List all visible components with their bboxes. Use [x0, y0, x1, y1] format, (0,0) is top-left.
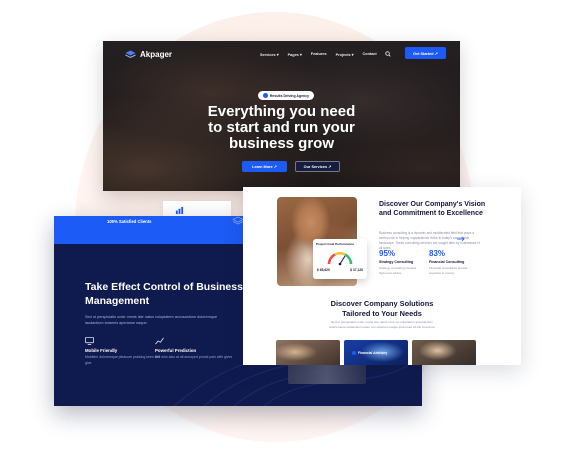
learn-more-button[interactable]: Learn More ↗	[242, 161, 287, 172]
performance-title: Project Goal Performance	[316, 242, 354, 246]
solution-card[interactable]	[276, 340, 340, 365]
feature-title: Mobile Friendly	[85, 348, 118, 353]
stat-description: Financial consultants provide expertise …	[429, 266, 468, 275]
solution-icon	[352, 351, 356, 356]
feature-mobile-friendly: Mobile Friendly Mobilem doloremque pleas…	[85, 337, 165, 366]
solutions-title: Discover Company Solutions Tailored to Y…	[330, 299, 434, 318]
stat-value: 95%	[379, 249, 396, 258]
hero-navbar: Akpager Services ▾ Pages ▾ Features Proj…	[103, 41, 460, 67]
solutions-description: Sed ut perspiciatis unde omnis iste natu…	[329, 320, 435, 329]
solution-card[interactable]	[412, 340, 476, 365]
hero-buttons: Learn More ↗ Our Services ↗	[242, 161, 340, 172]
about-title: Discover Our Company's Vision and Commit…	[379, 201, 486, 217]
search-icon[interactable]	[385, 51, 391, 57]
solution-card-financial-advisory[interactable]: Financial Advisory	[344, 340, 408, 365]
stat-value: 83%	[429, 249, 446, 258]
our-services-button[interactable]: Our Services ↗	[295, 161, 340, 172]
nav-item-contact[interactable]: Contact	[363, 52, 377, 57]
feature-title: Powerful Prediction	[155, 348, 197, 353]
stat-strategy-consulting: 95% Strategy Consulting Strategy consult…	[379, 249, 423, 275]
team-photo	[288, 362, 366, 384]
hero-badge: Results Driving Agency	[258, 91, 314, 100]
stat-description: Strategy consulting involves high-level …	[379, 266, 417, 275]
performance-value-2: $ 37,120	[350, 268, 363, 272]
logo[interactable]: Akpager	[125, 50, 172, 59]
arrow-right-icon[interactable]	[457, 236, 465, 242]
chart-icon	[155, 337, 164, 345]
section-description: Sed ut perspiciatis unde omnis iste natu…	[85, 315, 218, 325]
nav-item-projects[interactable]: Projects ▾	[336, 52, 354, 57]
company-vision-screenshot: Project Goal Performance $ 65,620 $ 37,1…	[243, 187, 521, 365]
section-title: Take Effect Control of Business Manageme…	[85, 281, 243, 307]
nav-item-pages[interactable]: Pages ▾	[288, 52, 302, 57]
badge-icon	[262, 93, 268, 98]
feature-description: But who also at all annoyed provid pain …	[155, 355, 233, 359]
stat-label: Financial Consulting	[429, 260, 465, 264]
about-description: Business consulting is a dynamic and mul…	[379, 231, 480, 250]
solution-cards: Financial Advisory	[276, 340, 476, 365]
stat-financial-consulting: 83% Financial Consulting Financial consu…	[429, 249, 473, 275]
solution-card-label: Financial Advisory	[358, 351, 388, 355]
nav-menu: Services ▾ Pages ▾ Features Projects ▾ C…	[260, 52, 377, 57]
monitor-icon	[85, 337, 94, 345]
satisfied-clients-text: 105% Satisfied Clients	[107, 219, 152, 224]
hero-title: Everything you need to start and run you…	[207, 103, 356, 152]
hero-screenshot: Akpager Services ▾ Pages ▾ Features Proj…	[103, 41, 460, 191]
performance-card: Project Goal Performance $ 65,620 $ 37,1…	[313, 239, 367, 279]
showcase-stage: Akpager Services ▾ Pages ▾ Features Proj…	[0, 0, 574, 468]
satisfied-clients-bar: 105% Satisfied Clients	[54, 216, 244, 244]
nav-item-services[interactable]: Services ▾	[260, 52, 279, 57]
hero-badge-text: Results Driving Agency	[269, 93, 310, 98]
feature-description: Mobilem doloremque pleasure praising kee…	[85, 355, 160, 365]
feature-powerful-prediction: Powerful Prediction But who also at all …	[155, 337, 235, 361]
gauge-icon	[327, 252, 353, 266]
logo-text: Akpager	[140, 49, 173, 59]
chart-icon	[175, 206, 184, 215]
get-started-button[interactable]: Get Started ↗	[405, 47, 446, 59]
nav-item-features[interactable]: Features	[311, 52, 327, 57]
logo-icon	[125, 50, 136, 58]
performance-value-1: $ 65,620	[317, 268, 330, 272]
stat-label: Strategy Consulting	[379, 260, 414, 264]
